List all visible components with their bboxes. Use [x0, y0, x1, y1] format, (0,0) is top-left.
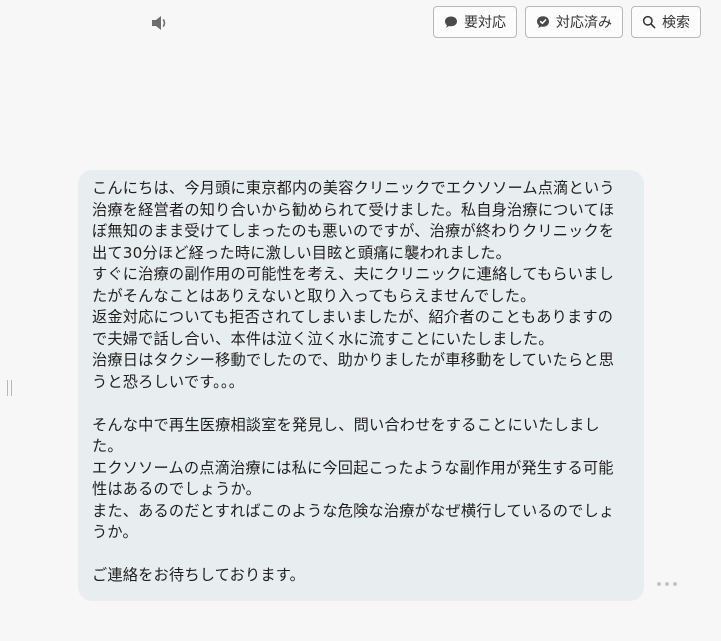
more-options-icon[interactable]: [655, 578, 679, 590]
resolved-button[interactable]: 対応済み: [525, 6, 623, 38]
search-icon: [642, 15, 656, 29]
toolbar: 要対応 対応済み 検索: [433, 6, 701, 38]
check-bubble-icon: [537, 16, 549, 28]
resolved-label: 対応済み: [556, 15, 612, 31]
needs-action-button[interactable]: 要対応: [433, 6, 517, 38]
speaker-icon[interactable]: [150, 14, 170, 32]
search-label: 検索: [662, 15, 690, 31]
needs-action-label: 要対応: [464, 15, 506, 31]
panel-resize-handle[interactable]: [6, 380, 14, 396]
speech-bubble-icon: [445, 16, 457, 28]
search-button[interactable]: 検索: [631, 6, 701, 38]
message-bubble: こんにちは、今月頭に東京都内の美容クリニックでエクソソーム点滴という治療を経営者…: [78, 170, 644, 601]
